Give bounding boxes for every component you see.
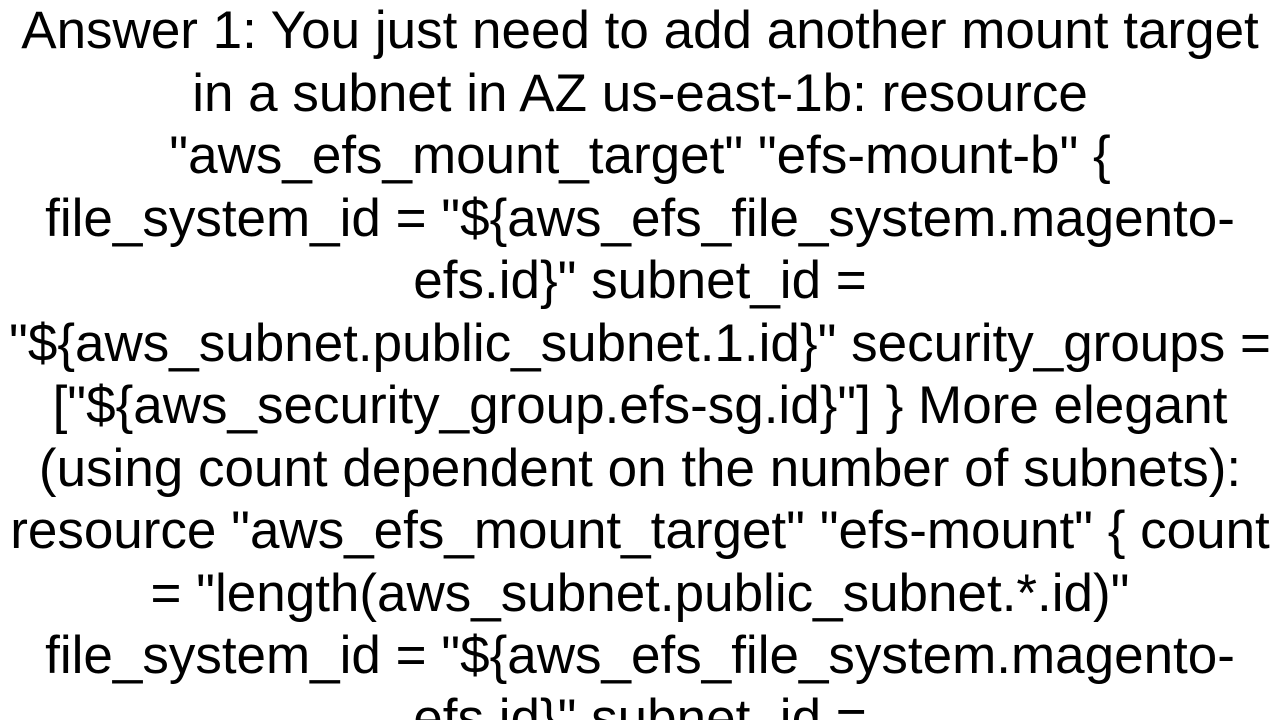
answer-text: Answer 1: You just need to add another m… (9, 1, 1271, 720)
answer-body: Answer 1: You just need to add another m… (0, 0, 1280, 720)
